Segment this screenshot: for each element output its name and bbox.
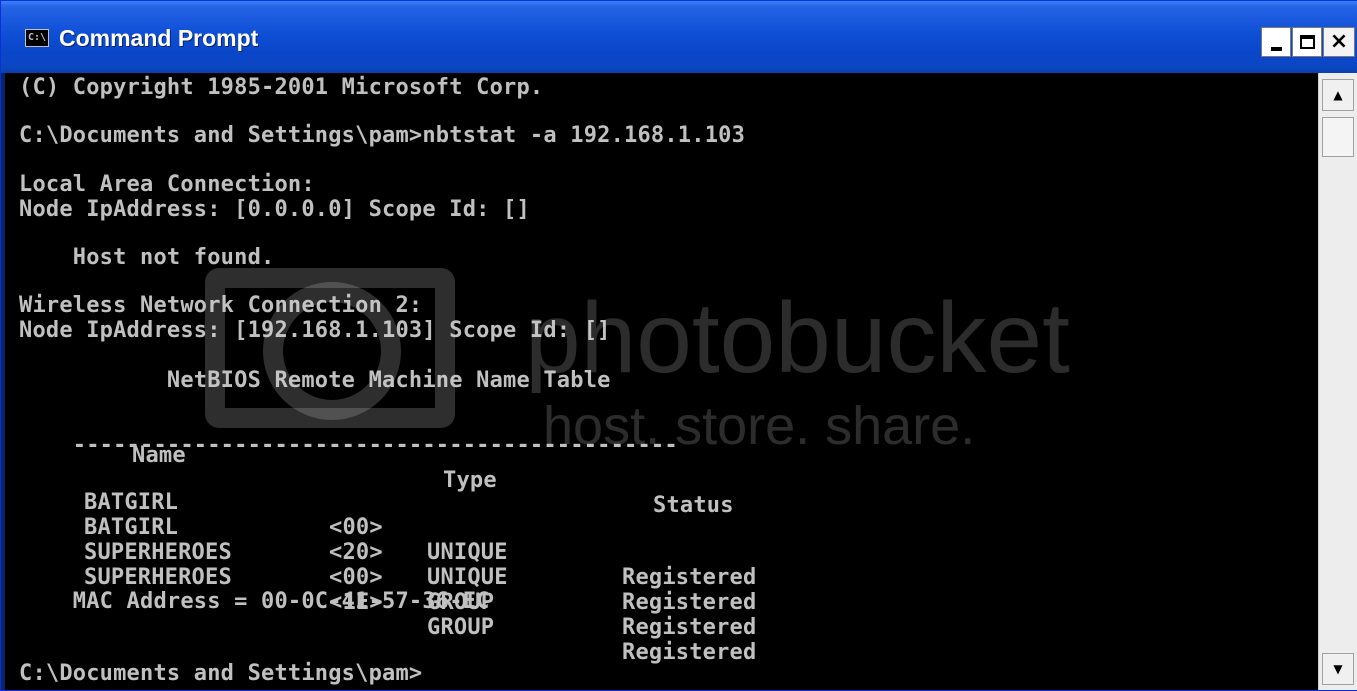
lan-header: Local Area Connection:	[19, 172, 315, 197]
row-status: Registered	[622, 640, 757, 665]
lan-node-info: Node IpAddress: [0.0.0.0] Scope Id: []	[19, 197, 530, 222]
row-status: Registered	[622, 615, 757, 640]
row-name: SUPERHEROES	[84, 565, 232, 590]
scroll-up-button[interactable]: ▲	[1322, 79, 1354, 111]
minimize-button[interactable]	[1261, 27, 1291, 57]
console-icon[interactable]: C:\	[25, 29, 49, 47]
wireless-node-info: Node IpAddress: [192.168.1.103] Scope Id…	[19, 318, 611, 343]
row-status: Registered	[622, 565, 757, 590]
title-bar[interactable]: C:\ Command Prompt ×	[1, 1, 1357, 73]
close-button[interactable]: ×	[1323, 27, 1355, 57]
scroll-up-icon: ▲	[1333, 88, 1343, 102]
row-type: GROUP	[427, 615, 495, 640]
row-status: Registered	[622, 590, 757, 615]
row-code: <00>	[329, 565, 383, 590]
maximize-icon	[1300, 35, 1315, 49]
maximize-button[interactable]	[1292, 27, 1322, 57]
camera-logo-icon	[205, 268, 455, 428]
table-row: BATGIRL <00> UNIQUE Registered	[19, 465, 919, 590]
close-icon: ×	[1329, 29, 1349, 54]
wireless-header: Wireless Network Connection 2:	[19, 293, 423, 318]
table-row: BATGIRL <20> UNIQUE Registered	[19, 490, 919, 615]
mac-address-line: MAC Address = 00-0C-41-57-36-EC	[19, 589, 490, 614]
window-title: Command Prompt	[59, 25, 259, 51]
console-output[interactable]: (C) Copyright 1985-2001 Microsoft Corp. …	[5, 73, 1318, 690]
row-type: UNIQUE	[427, 565, 508, 590]
scroll-down-icon: ▼	[1333, 662, 1343, 676]
copyright-line: (C) Copyright 1985-2001 Microsoft Corp.	[19, 75, 544, 100]
scroll-down-button[interactable]: ▼	[1322, 653, 1354, 685]
host-not-found: Host not found.	[19, 245, 275, 270]
table-divider: ----------------------------------------…	[19, 433, 678, 458]
command-prompt-line[interactable]: C:\Documents and Settings\pam>	[19, 661, 422, 686]
table-row: SUPERHEROES <1E> GROUP Registered	[19, 540, 919, 665]
scroll-thumb[interactable]	[1322, 117, 1354, 157]
minimize-icon	[1271, 47, 1282, 51]
table-title: NetBIOS Remote Machine Name Table	[19, 368, 611, 393]
command-prompt-window: C:\ Command Prompt × (C) Copyright 1985-…	[0, 0, 1357, 691]
table-row: SUPERHEROES <00> GROUP Registered	[19, 515, 919, 640]
command-line: C:\Documents and Settings\pam>nbtstat -a…	[19, 123, 746, 148]
vertical-scrollbar[interactable]: ▲ ▼	[1318, 73, 1357, 690]
